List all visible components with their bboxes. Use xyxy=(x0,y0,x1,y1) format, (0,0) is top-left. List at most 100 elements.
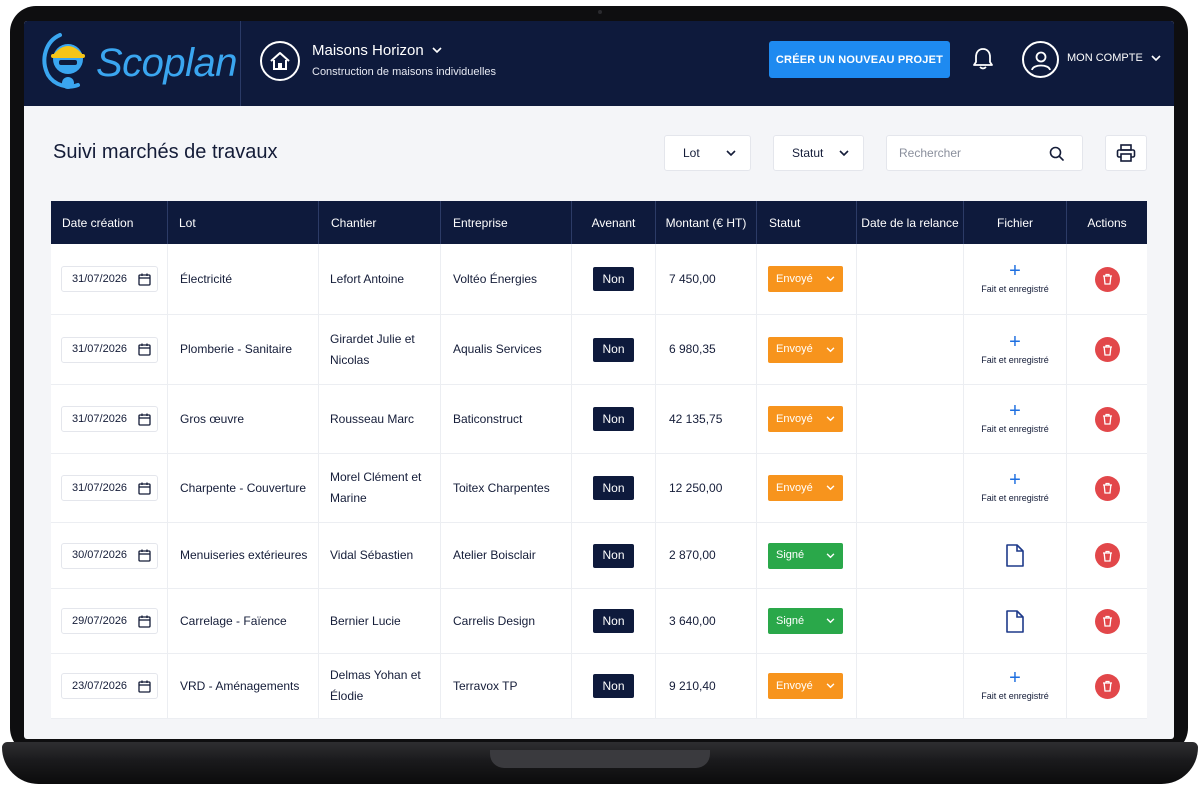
entreprise-cell: Toitex Charpentes xyxy=(441,454,572,522)
delete-button[interactable] xyxy=(1094,337,1120,362)
montant-cell: 6 980,35 xyxy=(656,315,757,384)
table-row[interactable]: 30/07/2026 Menuiseries extérieures Vidal S… xyxy=(51,523,1147,589)
chevron-down-icon xyxy=(826,683,835,689)
notifications-button[interactable] xyxy=(972,47,994,76)
date-picker[interactable]: 31/07/2026 xyxy=(61,475,158,501)
lot-filter[interactable]: Lot xyxy=(664,135,751,171)
date-picker[interactable]: 23/07/2026 xyxy=(61,673,158,699)
calendar-icon[interactable] xyxy=(138,413,151,426)
project-subtitle: Construction de maisons individuelles xyxy=(312,66,497,78)
statut-filter-label: Statut xyxy=(792,146,824,160)
contracts-table: Date création Lot Chantier Entreprise Avenan… xyxy=(51,201,1147,719)
create-project-button[interactable]: CRÉER UN NOUVEAU PROJET xyxy=(769,41,950,78)
calendar-icon[interactable] xyxy=(138,343,151,356)
delete-button[interactable] xyxy=(1094,475,1120,501)
home-button[interactable] xyxy=(260,41,300,81)
project-selector[interactable]: Maisons Horizon xyxy=(312,42,442,59)
lot-cell: Carrelage - Faïence xyxy=(168,589,319,653)
date-value: 29/07/2026 xyxy=(72,614,128,627)
date-picker[interactable]: 31/07/2026 xyxy=(61,336,158,363)
status-select[interactable]: Envoyé xyxy=(768,673,843,699)
table-row[interactable]: 23/07/2026 VRD - Aménagements Delmas Yohan… xyxy=(51,654,1147,719)
calendar-icon[interactable] xyxy=(138,680,151,693)
delete-button[interactable] xyxy=(1094,608,1120,634)
lot-cell: Gros œuvre xyxy=(168,385,319,453)
status-select[interactable]: Envoyé xyxy=(768,406,843,432)
status-label: Envoyé xyxy=(776,412,813,425)
status-select[interactable]: Signé xyxy=(768,608,843,634)
document-icon[interactable] xyxy=(1005,543,1025,568)
logo-text: Scoplan xyxy=(96,41,238,85)
status-select[interactable]: Envoyé xyxy=(768,475,843,501)
relance-cell xyxy=(857,315,964,384)
actions-cell xyxy=(1067,589,1147,653)
entreprise-cell: Voltéo Énergies xyxy=(441,244,572,314)
lot-cell: Plomberie - Sanitaire xyxy=(168,315,319,384)
search-icon[interactable] xyxy=(1049,146,1064,161)
account-avatar[interactable] xyxy=(1022,41,1059,78)
avenant-cell: Non xyxy=(572,244,656,314)
plus-icon[interactable]: + xyxy=(1009,332,1021,352)
delete-button[interactable] xyxy=(1094,673,1120,699)
delete-button[interactable] xyxy=(1094,406,1120,432)
relance-cell xyxy=(857,385,964,453)
statut-filter[interactable]: Statut xyxy=(773,135,864,171)
plus-icon[interactable]: + xyxy=(1009,470,1021,490)
statut-cell: Envoyé xyxy=(757,385,857,453)
date-picker[interactable]: 29/07/2026 xyxy=(61,608,158,634)
table-row[interactable]: 31/07/2026 Charpente - Couverture Morel Cl… xyxy=(51,454,1147,523)
document-icon[interactable] xyxy=(1005,609,1025,634)
calendar-icon[interactable] xyxy=(138,615,151,628)
fichier-cell xyxy=(964,523,1067,588)
column-header: Entreprise xyxy=(441,201,572,244)
table-row[interactable]: 29/07/2026 Carrelage - Faïence Bernier Luc… xyxy=(51,589,1147,654)
column-header: Statut xyxy=(757,201,857,244)
plus-icon[interactable]: + xyxy=(1009,261,1021,281)
file-caption: Fait et enregistré xyxy=(981,284,1049,294)
status-label: Envoyé xyxy=(776,679,813,692)
actions-cell xyxy=(1067,523,1147,588)
date-cell: 31/07/2026 xyxy=(51,244,168,314)
app-logo[interactable]: Scoplan xyxy=(36,27,238,99)
calendar-icon[interactable] xyxy=(138,549,151,562)
status-select[interactable]: Envoyé xyxy=(768,336,843,363)
lot-cell: Charpente - Couverture xyxy=(168,454,319,522)
chevron-down-icon xyxy=(839,149,849,156)
user-icon xyxy=(1030,51,1051,70)
actions-cell xyxy=(1067,654,1147,718)
calendar-icon[interactable] xyxy=(138,482,151,495)
table-row[interactable]: 31/07/2026 Électricité Lefort Antoine Volté… xyxy=(51,244,1147,315)
relance-cell xyxy=(857,654,964,718)
entreprise-cell: Carrelis Design xyxy=(441,589,572,653)
date-cell: 31/07/2026 xyxy=(51,454,168,522)
account-menu[interactable]: MON COMPTE xyxy=(1067,52,1161,64)
laptop-camera xyxy=(598,10,602,14)
statut-cell: Signé xyxy=(757,523,857,588)
date-picker[interactable]: 30/07/2026 xyxy=(61,542,158,569)
trash-icon xyxy=(1102,413,1112,425)
avenant-cell: Non xyxy=(572,454,656,522)
status-label: Envoyé xyxy=(776,481,813,494)
avenant-badge: Non xyxy=(593,407,634,431)
column-header: Chantier xyxy=(319,201,441,244)
delete-button[interactable] xyxy=(1094,266,1120,292)
relance-cell xyxy=(857,454,964,522)
plus-icon[interactable]: + xyxy=(1009,668,1021,688)
status-select[interactable]: Signé xyxy=(768,542,843,569)
plus-icon[interactable]: + xyxy=(1009,401,1021,421)
table-row[interactable]: 31/07/2026 Plomberie - Sanitaire Girardet … xyxy=(51,315,1147,385)
search-input[interactable] xyxy=(899,146,1049,160)
chantier-cell: Delmas Yohan et Élodie xyxy=(319,654,441,718)
date-value: 31/07/2026 xyxy=(72,272,128,285)
calendar-icon[interactable] xyxy=(138,273,151,286)
print-button[interactable] xyxy=(1105,135,1147,171)
lot-cell: VRD - Aménagements xyxy=(168,654,319,718)
avenant-badge: Non xyxy=(593,674,634,698)
date-picker[interactable]: 31/07/2026 xyxy=(61,406,158,432)
date-picker[interactable]: 31/07/2026 xyxy=(61,266,158,292)
delete-button[interactable] xyxy=(1094,543,1120,568)
fichier-cell: + Fait et enregistré xyxy=(964,244,1067,314)
status-select[interactable]: Envoyé xyxy=(768,266,843,292)
table-row[interactable]: 31/07/2026 Gros œuvre Rousseau Marc Baticon… xyxy=(51,385,1147,454)
entreprise-cell: Terravox TP xyxy=(441,654,572,718)
